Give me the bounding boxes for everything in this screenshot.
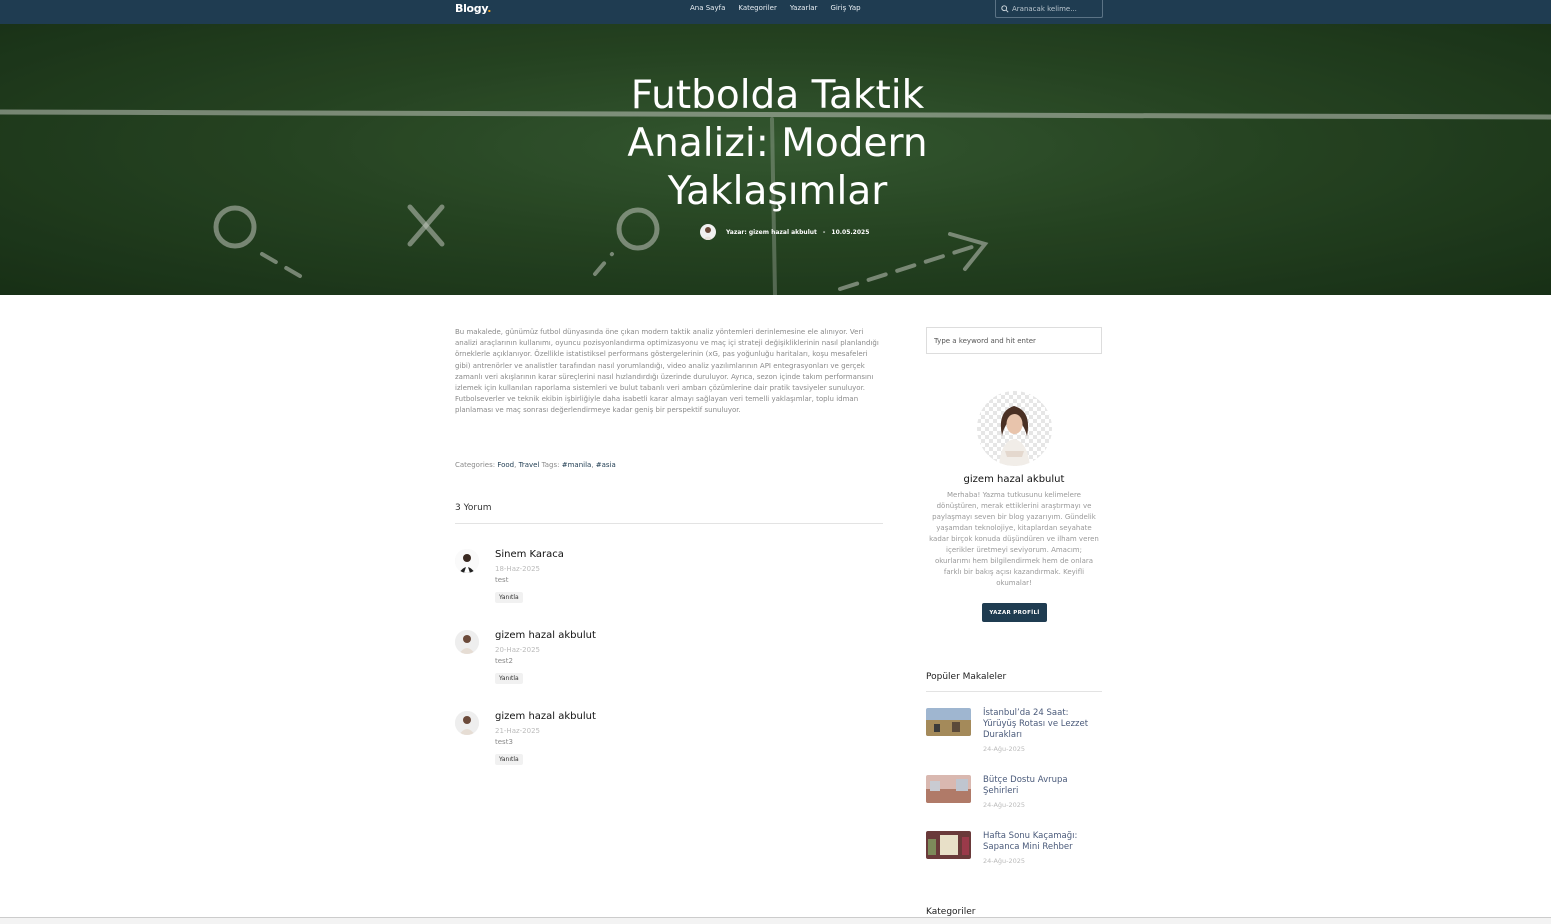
article-thumbnail[interactable] <box>926 831 971 859</box>
comment-item: gizem hazal akbulut 21-Haz-2025 test3 Ya… <box>455 711 883 781</box>
nav-search-box <box>995 0 1103 18</box>
main-nav: Ana Sayfa Kategoriler Yazarlar Giriş Yap <box>690 4 861 12</box>
sidebar-search-box <box>926 327 1102 354</box>
author-name: gizem hazal akbulut <box>963 474 1065 485</box>
nav-link-authors[interactable]: Yazarlar <box>790 4 818 12</box>
categories-heading: Kategoriler <box>926 907 976 917</box>
article-author[interactable]: Yazar: gizem hazal akbulut <box>726 229 817 236</box>
sidebar-search-input[interactable] <box>927 328 1101 353</box>
comment-item: gizem hazal akbulut 20-Haz-2025 test2 Ya… <box>455 630 883 700</box>
author-bio: Merhaba! Yazma tutkusunu kelimelere dönü… <box>929 491 1099 587</box>
tag-link-asia[interactable]: #asia <box>596 461 616 469</box>
city-image <box>926 775 971 803</box>
nav-link-categories[interactable]: Kategoriler <box>738 4 777 12</box>
article-thumbnail[interactable] <box>926 775 971 803</box>
popular-article-title[interactable]: Hafta Sonu Kaçamağı: Sapanca Mini Rehber <box>983 831 1102 853</box>
hero-banner: Futbolda Taktik Analizi: Modern Yaklaşım… <box>0 24 1551 295</box>
reply-button[interactable]: Yanıtla <box>495 673 523 684</box>
comment-text: test <box>495 576 509 584</box>
brand-logo[interactable]: Blogy. <box>455 2 491 15</box>
reply-button[interactable]: Yanıtla <box>495 754 523 765</box>
commenter-avatar <box>455 549 479 573</box>
popular-article-item[interactable]: Hafta Sonu Kaçamağı: Sapanca Mini Rehber… <box>926 831 1102 881</box>
popular-article-title[interactable]: İstanbul’da 24 Saat: Yürüyüş Rotası ve L… <box>983 708 1102 741</box>
nav-link-login[interactable]: Giriş Yap <box>830 4 860 12</box>
comment-date: 21-Haz-2025 <box>495 727 541 735</box>
nav-search-input[interactable] <box>1012 4 1097 13</box>
commenter-name: Sinem Karaca <box>495 549 564 560</box>
comment-date: 20-Haz-2025 <box>495 646 541 654</box>
author-avatar-small[interactable] <box>700 224 716 240</box>
divider <box>455 523 883 524</box>
author-profile-button[interactable]: YAZAR PROFİLİ <box>982 603 1047 622</box>
commenter-name: gizem hazal akbulut <box>495 711 596 722</box>
person-icon <box>455 711 479 735</box>
commenter-name: gizem hazal akbulut <box>495 630 596 641</box>
reply-button[interactable]: Yanıtla <box>495 592 523 603</box>
article-meta: Yazar: gizem hazal akbulut - 10.05.2025 <box>700 224 869 240</box>
comment-item: Sinem Karaca 18-Haz-2025 test Yanıtla <box>455 549 883 619</box>
author-avatar <box>977 391 1052 466</box>
commenter-avatar <box>455 630 479 654</box>
window-bottom-edge <box>0 917 1551 924</box>
article-date: 10.05.2025 <box>831 228 870 236</box>
nav-link-home[interactable]: Ana Sayfa <box>690 4 725 12</box>
person-icon <box>455 549 479 573</box>
categories-and-tags: Categories: Food, Travel Tags: #manila, … <box>455 461 616 469</box>
article-thumbnail[interactable] <box>926 708 971 736</box>
article-body: Bu makalede, günümüz futbol dünyasında ö… <box>455 328 879 415</box>
person-icon <box>703 227 713 240</box>
popular-article-title[interactable]: Bütçe Dostu Avrupa Şehirleri <box>983 775 1102 797</box>
popular-article-date: 24-Ağu-2025 <box>983 745 1026 753</box>
popular-article-item[interactable]: Bütçe Dostu Avrupa Şehirleri 24-Ağu-2025 <box>926 775 1102 825</box>
popular-article-date: 24-Ağu-2025 <box>983 857 1026 865</box>
category-link-food[interactable]: Food <box>497 461 514 469</box>
meta-separator: - <box>822 228 826 236</box>
person-icon <box>455 630 479 654</box>
market-image <box>926 831 971 859</box>
search-icon <box>1001 4 1009 13</box>
comment-text: test2 <box>495 657 513 665</box>
commenter-avatar <box>455 711 479 735</box>
popular-article-date: 24-Ağu-2025 <box>983 801 1026 809</box>
author-portrait-image <box>999 406 1030 466</box>
divider <box>926 691 1102 692</box>
article-title: Futbolda Taktik Analizi: Modern Yaklaşım… <box>627 73 928 214</box>
category-link-travel[interactable]: Travel <box>519 461 540 469</box>
tag-link-manila[interactable]: #manila <box>562 461 592 469</box>
popular-article-item[interactable]: İstanbul’da 24 Saat: Yürüyüş Rotası ve L… <box>926 708 1102 758</box>
landscape-image <box>926 708 971 736</box>
comment-text: test3 <box>495 738 513 746</box>
comments-count-heading: 3 Yorum <box>455 503 492 513</box>
popular-articles-heading: Popüler Makaleler <box>926 672 1007 682</box>
comment-date: 18-Haz-2025 <box>495 565 541 573</box>
top-navbar: Blogy. Ana Sayfa Kategoriler Yazarlar Gi… <box>0 0 1551 24</box>
